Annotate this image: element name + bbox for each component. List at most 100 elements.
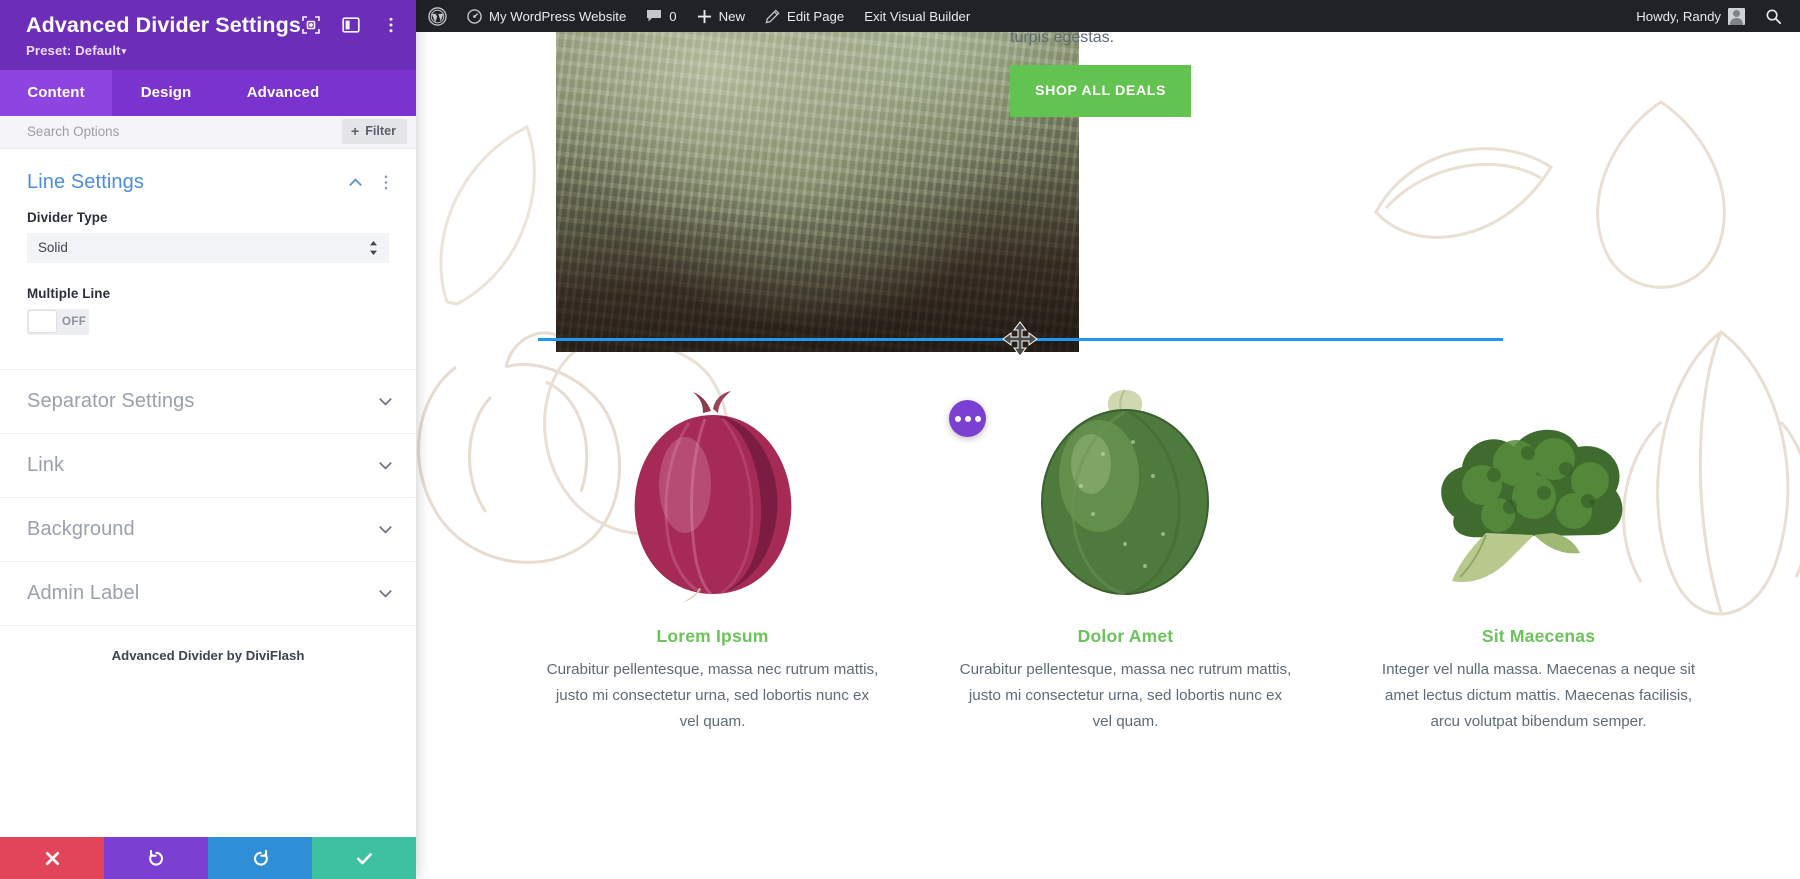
toggle-state-label: OFF — [62, 315, 87, 328]
tab-content[interactable]: Content — [0, 69, 112, 116]
section-more-vertical-icon[interactable] — [378, 174, 394, 191]
column-text: Curabitur pellentesque, massa nec rutrum… — [959, 661, 1292, 731]
chevron-down-icon — [379, 461, 392, 470]
decor-avocado-outline — [1596, 100, 1726, 289]
section-title: Background — [27, 517, 135, 540]
chevron-down-icon — [379, 525, 392, 534]
comment-bubble-icon — [647, 9, 662, 21]
panel-title: Advanced Divider Settings — [26, 13, 301, 37]
my-account-menu[interactable]: Howdy, Randy — [1624, 0, 1755, 32]
avatar — [1728, 7, 1745, 25]
edit-page-label: Edit Page — [787, 8, 845, 24]
panel-action-bar — [0, 837, 416, 879]
field-label: Multiple Line — [27, 285, 111, 301]
field-label: Divider Type — [27, 209, 108, 225]
section-line-settings-header[interactable]: Line Settings — [0, 149, 416, 210]
section-separator-settings[interactable]: Separator Settings — [0, 368, 416, 433]
chevron-down-icon — [379, 589, 392, 598]
column-text: Curabitur pellentesque, massa nec rutrum… — [546, 661, 879, 731]
section-background[interactable]: Background — [0, 496, 416, 561]
shop-all-deals-button[interactable]: SHOP ALL DEALS — [1010, 65, 1192, 117]
redo-button[interactable] — [208, 837, 312, 879]
column-title: Lorem Ipsum — [656, 626, 769, 646]
column-text: Integer vel nulla massa. Maecenas a nequ… — [1381, 661, 1696, 731]
preset-label: Preset: Default — [26, 42, 121, 58]
wp-admin-bar: My WordPress Website 0 New Edit Page Exi… — [416, 0, 1800, 32]
chevron-down-icon: ▾ — [121, 45, 127, 56]
panel-body: Line Settings Divider Type Solid Multipl… — [0, 148, 416, 837]
focus-icon[interactable] — [301, 15, 321, 35]
search-icon — [1766, 9, 1782, 24]
product-columns: Lorem Ipsum Curabitur pellentesque, mass… — [506, 372, 1746, 735]
broccoli-image — [1332, 372, 1745, 604]
section-link[interactable]: Link — [0, 432, 416, 497]
new-label: New — [718, 8, 746, 24]
panel-search-bar: + Filter — [0, 115, 416, 149]
multiple-line-toggle[interactable]: OFF — [27, 308, 89, 335]
column-item: Sit Maecenas Integer vel nulla massa. Ma… — [1332, 372, 1745, 735]
module-options-fab[interactable] — [949, 400, 986, 437]
field-multiple-line: Multiple Line OFF — [0, 286, 416, 335]
filter-button[interactable]: + Filter — [342, 119, 407, 145]
section-title: Line Settings — [27, 170, 144, 193]
dashboard-icon — [467, 8, 482, 24]
plus-icon — [697, 9, 711, 23]
panel-tabs: Content Design Advanced — [0, 69, 416, 116]
more-vertical-icon[interactable] — [381, 15, 401, 35]
undo-icon — [148, 849, 163, 866]
chevron-up-icon[interactable] — [347, 174, 364, 191]
wp-logo-button[interactable] — [416, 0, 457, 32]
field-divider-type: Divider Type Solid — [0, 210, 416, 263]
page-canvas: turpis egestas. SHOP ALL DEALS Lorem Ips… — [416, 32, 1800, 879]
ellipsis-dot — [964, 415, 971, 422]
layout-panel-icon[interactable] — [341, 15, 361, 35]
close-icon — [45, 851, 59, 865]
exit-visual-builder-label: Exit Visual Builder — [864, 8, 971, 24]
ellipsis-dot — [954, 415, 961, 422]
toggle-knob — [29, 311, 56, 333]
cancel-button[interactable] — [0, 837, 104, 879]
new-content-menu[interactable]: New — [687, 0, 755, 32]
hero-paragraph: turpis egestas. — [1010, 32, 1115, 46]
save-button[interactable] — [312, 837, 416, 879]
column-title: Dolor Amet — [1077, 626, 1174, 646]
column-title: Sit Maecenas — [1481, 626, 1596, 646]
pencil-icon — [765, 8, 780, 23]
preset-selector[interactable]: Preset: Default▾ — [26, 43, 398, 58]
site-name-menu[interactable]: My WordPress Website — [457, 0, 636, 32]
site-name-label: My WordPress Website — [489, 8, 627, 24]
section-title: Separator Settings — [27, 389, 195, 412]
panel-footnote: Advanced Divider by DiviFlash — [0, 624, 416, 663]
visual-builder-screen: turpis egestas. SHOP ALL DEALS Lorem Ips… — [0, 0, 1800, 879]
wordpress-logo-icon — [428, 6, 447, 26]
comments-menu[interactable]: 0 — [636, 0, 686, 32]
tab-design[interactable]: Design — [112, 70, 220, 116]
tab-advanced[interactable]: Advanced — [220, 70, 346, 116]
search-input[interactable] — [27, 124, 343, 140]
section-title: Link — [27, 453, 65, 476]
section-title: Admin Label — [27, 581, 140, 604]
panel-header: Advanced Divider Settings Preset: Defaul… — [0, 0, 416, 70]
exit-visual-builder-link[interactable]: Exit Visual Builder — [854, 0, 980, 32]
ellipsis-dot — [974, 415, 981, 422]
redo-icon — [253, 849, 268, 866]
plus-icon: + — [351, 123, 360, 140]
undo-button[interactable] — [104, 837, 208, 879]
section-admin-label[interactable]: Admin Label — [0, 560, 416, 625]
onion-image — [506, 372, 919, 604]
chevron-down-icon — [379, 397, 392, 406]
divider-type-select[interactable]: Solid — [27, 232, 389, 263]
admin-bar-search-button[interactable] — [1755, 0, 1792, 32]
move-cursor-icon — [1002, 321, 1038, 357]
decor-lemon-outline — [1374, 147, 1554, 239]
howdy-label: Howdy, Randy — [1636, 8, 1721, 24]
edit-page-link[interactable]: Edit Page — [755, 0, 854, 32]
check-icon — [356, 852, 372, 864]
comments-count: 0 — [669, 8, 677, 24]
filter-label: Filter — [365, 124, 396, 139]
column-item: Lorem Ipsum Curabitur pellentesque, mass… — [506, 372, 919, 735]
hero-image-asparagus — [556, 32, 1079, 352]
decor-leaf-outline-left — [439, 124, 536, 306]
module-settings-panel: Advanced Divider Settings Preset: Defaul… — [0, 0, 416, 879]
